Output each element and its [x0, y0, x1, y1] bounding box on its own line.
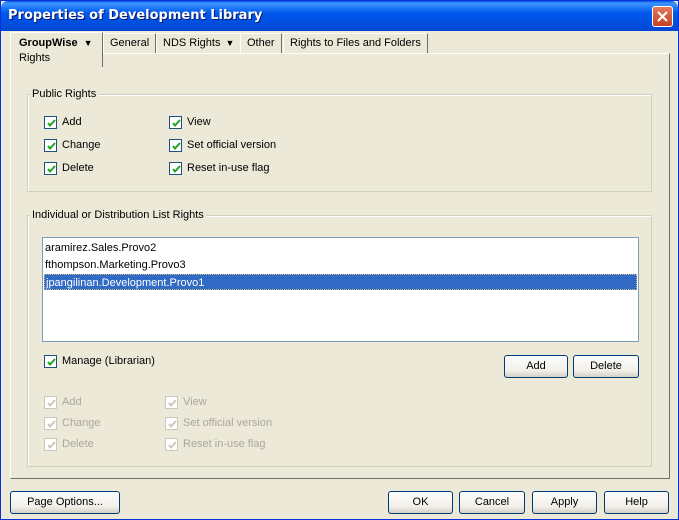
tab-groupwise[interactable]: GroupWise ▼ Rights	[10, 32, 103, 67]
public-rights-group: Public Rights	[27, 88, 652, 192]
checkmark-icon	[44, 438, 57, 451]
window-title: Properties of Development Library	[8, 8, 263, 23]
individual-view-checkbox[interactable]: View	[165, 396, 207, 410]
page-options-button[interactable]: Page Options...	[10, 491, 120, 514]
close-button[interactable]	[652, 6, 673, 27]
checkmark-icon	[44, 116, 57, 129]
public-delete-checkbox[interactable]: Delete	[44, 162, 94, 176]
checkmark-icon	[165, 438, 178, 451]
checkmark-icon	[44, 417, 57, 430]
public-view-checkbox[interactable]: View	[169, 116, 211, 130]
checkbox-label: View	[187, 116, 211, 128]
tab-general-label: General	[110, 37, 150, 49]
checkmark-icon	[44, 355, 57, 368]
checkbox-label: Set official version	[183, 417, 273, 429]
tab-groupwise-label: GroupWise	[19, 37, 78, 49]
delete-user-button[interactable]: Delete	[573, 355, 639, 378]
tab-nds-rights-label: NDS Rights	[163, 37, 221, 49]
individual-delete-checkbox[interactable]: Delete	[44, 438, 94, 452]
public-reset-inuse-checkbox[interactable]: Reset in-use flag	[169, 162, 270, 176]
checkbox-label: Manage (Librarian)	[62, 355, 155, 367]
checkbox-label: Reset in-use flag	[183, 438, 266, 450]
public-rights-legend: Public Rights	[30, 88, 99, 100]
tab-groupwise-sublabel: Rights	[19, 52, 51, 64]
checkmark-icon	[44, 396, 57, 409]
ok-button[interactable]: OK	[388, 491, 453, 514]
checkbox-label: Add	[62, 396, 82, 408]
tab-other[interactable]: Other	[240, 33, 282, 53]
tab-other-label: Other	[247, 37, 275, 49]
dropdown-arrow-icon: ▼	[83, 38, 93, 48]
tab-rights-files-folders[interactable]: Rights to Files and Folders	[283, 33, 428, 53]
close-icon	[657, 11, 668, 22]
individual-set-official-checkbox[interactable]: Set official version	[165, 417, 272, 431]
checkmark-icon	[165, 417, 178, 430]
checkbox-label: Change	[62, 417, 101, 429]
checkmark-icon	[169, 116, 182, 129]
checkmark-icon	[44, 162, 57, 175]
checkmark-icon	[169, 139, 182, 152]
title-bar[interactable]: Properties of Development Library	[1, 1, 678, 31]
checkbox-label: Change	[62, 139, 101, 151]
add-user-button[interactable]: Add	[504, 355, 568, 378]
dropdown-arrow-icon: ▼	[225, 38, 235, 48]
individual-change-checkbox[interactable]: Change	[44, 417, 101, 431]
apply-button[interactable]: Apply	[532, 491, 597, 514]
individual-rights-legend: Individual or Distribution List Rights	[30, 209, 206, 221]
public-set-official-checkbox[interactable]: Set official version	[169, 139, 276, 153]
tab-nds-rights[interactable]: NDS Rights ▼	[156, 33, 242, 53]
public-add-checkbox[interactable]: Add	[44, 116, 82, 130]
tab-rights-files-label: Rights to Files and Folders	[290, 37, 421, 49]
checkmark-icon	[165, 396, 178, 409]
user-list[interactable]: aramirez.Sales.Provo2 fthompson.Marketin…	[42, 237, 639, 342]
individual-reset-inuse-checkbox[interactable]: Reset in-use flag	[165, 438, 266, 452]
list-item[interactable]: fthompson.Marketing.Provo3	[44, 257, 637, 273]
checkbox-label: Reset in-use flag	[187, 162, 270, 174]
checkmark-icon	[169, 162, 182, 175]
properties-dialog: Properties of Development Library GroupW…	[0, 0, 679, 520]
checkbox-label: Set official version	[187, 139, 277, 151]
help-button[interactable]: Help	[604, 491, 669, 514]
checkbox-label: Delete	[62, 438, 94, 450]
cancel-button[interactable]: Cancel	[459, 491, 525, 514]
manage-librarian-checkbox[interactable]: Manage (Librarian)	[44, 355, 155, 369]
list-item[interactable]: aramirez.Sales.Provo2	[44, 240, 637, 256]
checkbox-label: Add	[62, 116, 82, 128]
checkbox-label: View	[183, 396, 207, 408]
public-change-checkbox[interactable]: Change	[44, 139, 101, 153]
checkmark-icon	[44, 139, 57, 152]
checkbox-label: Delete	[62, 162, 94, 174]
list-item-selected[interactable]: jpangilinan.Development.Provo1	[44, 274, 637, 290]
tab-general[interactable]: General	[103, 33, 157, 53]
individual-add-checkbox[interactable]: Add	[44, 396, 82, 410]
